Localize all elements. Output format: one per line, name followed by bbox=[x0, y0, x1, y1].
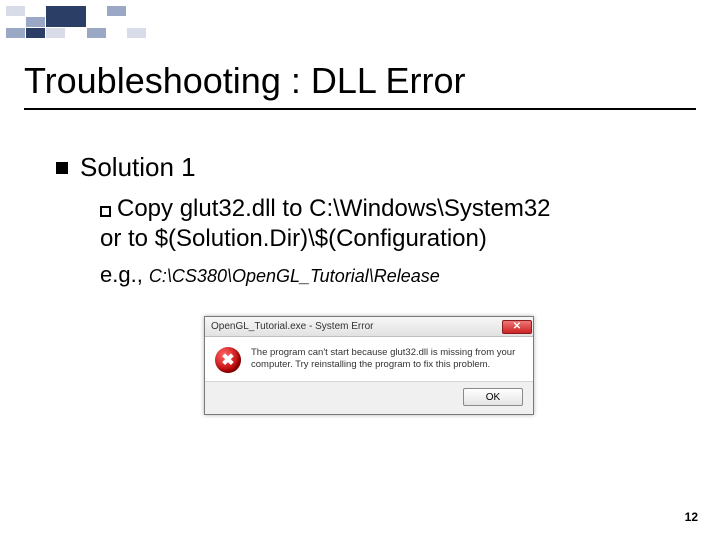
bullet-level2-line2: or to $(Solution.Dir)\$(Configuration) bbox=[100, 225, 487, 252]
title-underline bbox=[24, 108, 696, 110]
close-button[interactable]: ✕ bbox=[502, 320, 532, 334]
page-number: 12 bbox=[685, 510, 698, 524]
dialog-message: The program can't start because glut32.d… bbox=[251, 347, 515, 373]
bullet-square-hollow-icon bbox=[100, 206, 111, 217]
example-path: C:\CS380\OpenGL_Tutorial\Release bbox=[149, 266, 440, 286]
error-dialog: OpenGL_Tutorial.exe - System Error ✕ ✖ T… bbox=[204, 316, 534, 415]
slide-decoration bbox=[6, 6, 146, 38]
slide-title: Troubleshooting : DLL Error bbox=[24, 60, 466, 102]
error-icon: ✖ bbox=[215, 347, 241, 373]
dialog-body: ✖ The program can't start because glut32… bbox=[205, 337, 533, 381]
ok-button[interactable]: OK bbox=[463, 388, 523, 406]
example-prefix: e.g., bbox=[100, 262, 149, 287]
dialog-titlebar: OpenGL_Tutorial.exe - System Error ✕ bbox=[205, 317, 533, 337]
dialog-title: OpenGL_Tutorial.exe - System Error bbox=[211, 321, 502, 332]
dialog-message-line1: The program can't start because glut32.d… bbox=[251, 347, 515, 358]
example-line: e.g., C:\CS380\OpenGL_Tutorial\Release bbox=[100, 262, 440, 288]
bullet-level2: Copy glut32.dll to C:\Windows\System32 o… bbox=[100, 194, 660, 254]
bullet-level1-text: Solution 1 bbox=[80, 152, 196, 183]
dialog-message-line2: computer. Try reinstalling the program t… bbox=[251, 359, 490, 370]
bullet-level1: Solution 1 bbox=[56, 152, 196, 183]
close-icon: ✕ bbox=[513, 321, 521, 332]
bullet-level2-line1: Copy glut32.dll to C:\Windows\System32 bbox=[117, 195, 551, 222]
dialog-footer: OK bbox=[205, 381, 533, 414]
bullet-square-filled-icon bbox=[56, 162, 68, 174]
